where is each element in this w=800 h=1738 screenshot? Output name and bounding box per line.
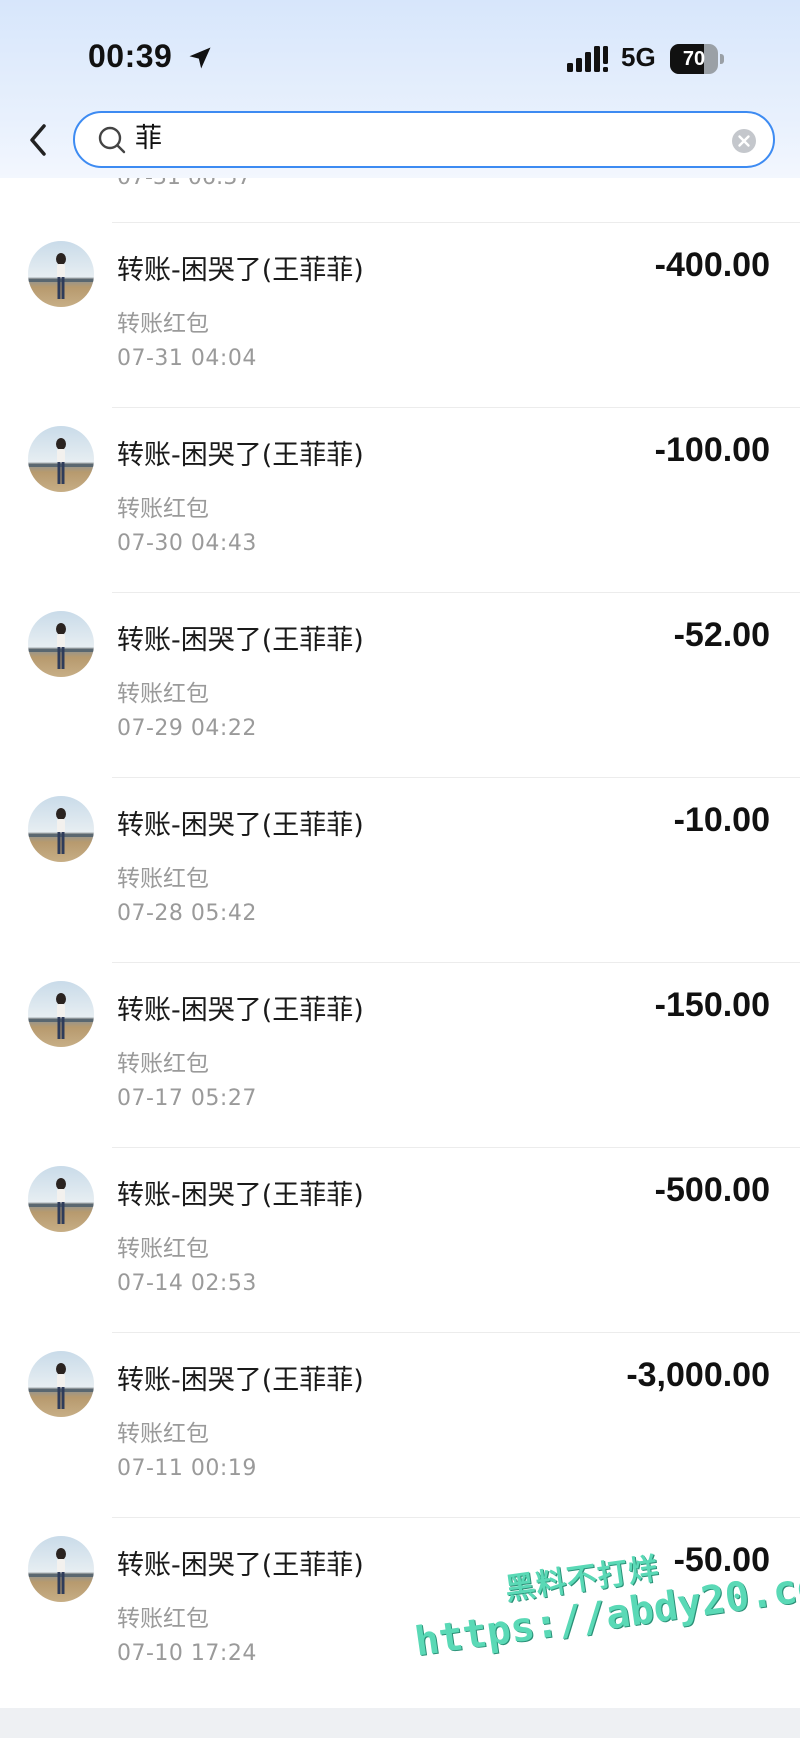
location-arrow-icon (189, 47, 211, 69)
avatar-photo (28, 1166, 94, 1232)
row-divider (112, 777, 800, 778)
transaction-title: 转账-困哭了(王菲菲) (117, 1365, 364, 1396)
row-divider (112, 1332, 800, 1333)
row-divider (112, 962, 800, 963)
avatar-photo (28, 981, 94, 1047)
status-time: 00:39 (88, 38, 173, 74)
transaction-type: 转账红包 (117, 496, 209, 522)
transaction-title: 转账-困哭了(王菲菲) (117, 995, 364, 1026)
row-divider (112, 222, 800, 223)
row-divider (112, 407, 800, 408)
transaction-amount: -100.00 (654, 431, 770, 469)
transaction-type: 转账红包 (117, 1421, 209, 1447)
transaction-amount: -150.00 (654, 986, 770, 1024)
avatar (28, 981, 94, 1047)
avatar-photo (28, 611, 94, 677)
header: 00:39 5G 70 菲 (0, 0, 800, 178)
avatar (28, 1166, 94, 1232)
transaction-type: 转账红包 (117, 1236, 209, 1262)
search-input[interactable]: 菲 (135, 121, 162, 157)
avatar-photo (28, 1536, 94, 1602)
signal-icon (567, 46, 608, 72)
transaction-time: 07-11 00:19 (117, 1456, 257, 1481)
footer-bar (0, 1708, 800, 1738)
transaction-title: 转账-困哭了(王菲菲) (117, 810, 364, 841)
transaction-row[interactable]: 转账-困哭了(王菲菲) 转账红包 07-30 04:43 -100.00 (0, 407, 800, 592)
transaction-time: 07-29 04:22 (117, 716, 257, 741)
transaction-row[interactable]: 转账-困哭了(王菲菲) 转账红包 07-29 04:22 -52.00 (0, 592, 800, 777)
avatar (28, 241, 94, 307)
transaction-row[interactable]: 转账-困哭了(王菲菲) 转账红包 07-11 00:19 -3,000.00 (0, 1332, 800, 1517)
transaction-time: 07-14 02:53 (117, 1271, 257, 1296)
avatar (28, 611, 94, 677)
battery-percent: 70 (682, 48, 706, 70)
transaction-time: 07-17 05:27 (117, 1086, 257, 1111)
transaction-amount: -10.00 (673, 801, 770, 839)
status-bar: 00:39 5G 70 (0, 36, 800, 84)
search-icon (98, 126, 126, 154)
clear-icon[interactable] (731, 128, 757, 154)
transaction-amount: -500.00 (654, 1171, 770, 1209)
row-divider (112, 1147, 800, 1148)
transaction-time: 07-28 05:42 (117, 901, 257, 926)
avatar (28, 1536, 94, 1602)
transaction-row[interactable]: 转账-困哭了(王菲菲) 转账红包 07-17 05:27 -150.00 (0, 962, 800, 1147)
transaction-time: 07-10 17:24 (117, 1641, 257, 1666)
row-divider (112, 1517, 800, 1518)
avatar-photo (28, 1351, 94, 1417)
transaction-type: 转账红包 (117, 311, 209, 337)
transaction-row[interactable]: 转账-困哭了(王菲菲) 转账红包 07-31 04:04 -400.00 (0, 222, 800, 407)
transaction-amount: -400.00 (654, 246, 770, 284)
transaction-type: 转账红包 (117, 681, 209, 707)
avatar-photo (28, 241, 94, 307)
transaction-title: 转账-困哭了(王菲菲) (117, 1180, 364, 1211)
transaction-title: 转账-困哭了(王菲菲) (117, 440, 364, 471)
transaction-row[interactable]: 转账-困哭了(王菲菲) 转账红包 07-14 02:53 -500.00 (0, 1147, 800, 1332)
avatar (28, 426, 94, 492)
transaction-type: 转账红包 (117, 1606, 209, 1632)
battery-icon: 70 (670, 44, 726, 74)
avatar-photo (28, 796, 94, 862)
transaction-title: 转账-困哭了(王菲菲) (117, 625, 364, 656)
avatar (28, 1351, 94, 1417)
transaction-row[interactable]: 转账-困哭了(王菲菲) 转账红包 07-28 05:42 -10.00 (0, 777, 800, 962)
transaction-title: 转账-困哭了(王菲菲) (117, 255, 364, 286)
transaction-title: 转账-困哭了(王菲菲) (117, 1550, 364, 1581)
avatar-photo (28, 426, 94, 492)
transaction-time: 07-31 04:04 (117, 346, 257, 371)
transaction-type: 转账红包 (117, 1051, 209, 1077)
transaction-amount: -52.00 (673, 616, 770, 654)
avatar (28, 796, 94, 862)
transaction-type: 转账红包 (117, 866, 209, 892)
transaction-amount: -3,000.00 (626, 1356, 770, 1394)
search-field[interactable]: 菲 (73, 111, 775, 168)
back-arrow-icon[interactable] (20, 120, 56, 160)
row-divider (112, 592, 800, 593)
transaction-time: 07-30 04:43 (117, 531, 257, 556)
network-type: 5G (621, 42, 656, 72)
